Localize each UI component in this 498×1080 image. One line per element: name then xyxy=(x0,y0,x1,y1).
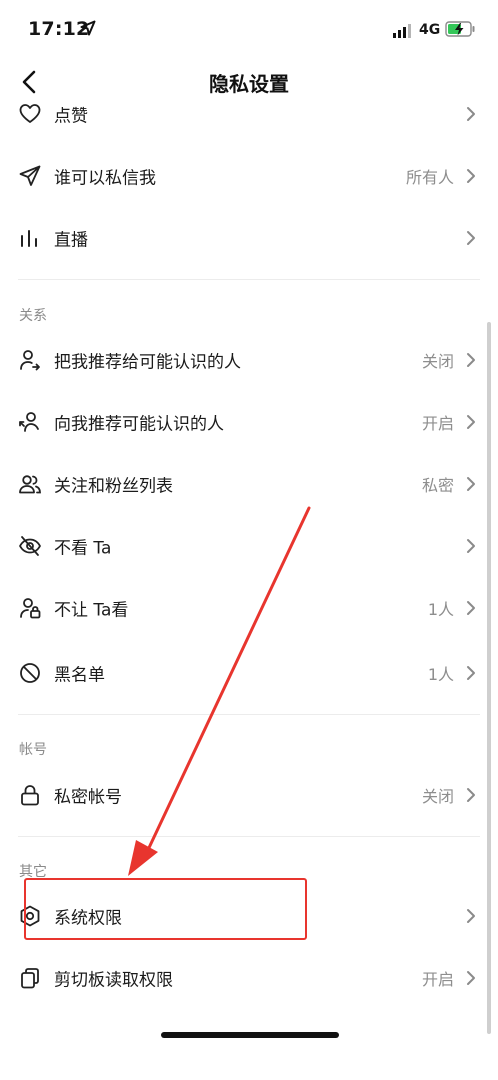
people-icon xyxy=(19,475,41,494)
setting-row-hide-their-posts[interactable]: 不看 Ta xyxy=(0,515,498,577)
setting-row-likes[interactable]: 点赞 xyxy=(0,83,498,145)
setting-row-blacklist[interactable]: 黑名单 1人 xyxy=(0,642,498,704)
setting-value: 关闭 xyxy=(421,352,454,371)
chevron-right-icon xyxy=(467,169,475,183)
home-indicator[interactable] xyxy=(161,1032,339,1038)
chevron-right-icon xyxy=(467,909,475,923)
chevron-right-icon xyxy=(467,666,475,680)
section-header-account: 帐号 xyxy=(19,742,47,758)
chevron-right-icon xyxy=(467,477,475,491)
setting-value: 关闭 xyxy=(421,787,454,806)
setting-row-hide-my-posts[interactable]: 不让 Ta看 1人 xyxy=(0,577,498,639)
setting-label: 点赞 xyxy=(54,106,88,127)
battery-charging-icon xyxy=(445,21,475,37)
setting-value: 所有人 xyxy=(405,168,454,187)
setting-label: 黑名单 xyxy=(54,665,105,686)
setting-row-recommend-to-me[interactable]: 向我推荐可能认识的人 开启 xyxy=(0,391,498,453)
block-icon xyxy=(20,663,40,683)
person-lock-icon xyxy=(20,598,41,619)
chevron-right-icon xyxy=(467,353,475,367)
annotation-highlight-box xyxy=(24,878,307,940)
chevron-right-icon xyxy=(467,231,475,245)
setting-label: 把我推荐给可能认识的人 xyxy=(54,352,241,373)
setting-label: 直播 xyxy=(54,230,88,251)
network-type: 4G xyxy=(419,22,441,38)
chevron-right-icon xyxy=(467,107,475,121)
chevron-right-icon xyxy=(467,971,475,985)
setting-value: 私密 xyxy=(421,476,454,495)
status-bar: 17:12 4G xyxy=(0,0,498,58)
setting-row-who-can-message[interactable]: 谁可以私信我 所有人 xyxy=(0,145,498,207)
chevron-right-icon xyxy=(467,415,475,429)
chevron-right-icon xyxy=(467,539,475,553)
location-arrow-icon xyxy=(80,20,96,36)
setting-label: 不让 Ta看 xyxy=(54,600,129,621)
heart-icon xyxy=(19,104,41,123)
signal-icon xyxy=(393,24,411,38)
setting-value: 1人 xyxy=(427,665,454,684)
section-divider xyxy=(18,714,480,715)
scrollbar[interactable] xyxy=(487,322,491,1034)
eye-off-icon xyxy=(19,536,41,556)
section-header-relations: 关系 xyxy=(19,308,47,324)
setting-row-recommend-me[interactable]: 把我推荐给可能认识的人 关闭 xyxy=(0,329,498,391)
setting-label: 私密帐号 xyxy=(54,787,122,808)
setting-row-private-account[interactable]: 私密帐号 关闭 xyxy=(0,764,498,826)
setting-value: 1人 xyxy=(427,600,454,619)
setting-label: 关注和粉丝列表 xyxy=(54,476,173,497)
clipboard-icon xyxy=(21,968,39,989)
person-recommend-icon xyxy=(19,412,39,432)
lock-icon xyxy=(21,785,39,806)
setting-row-clipboard-permission[interactable]: 剪切板读取权限 开启 xyxy=(0,947,498,1009)
setting-row-live[interactable]: 直播 xyxy=(0,207,498,269)
setting-label: 不看 Ta xyxy=(54,538,112,559)
setting-value: 开启 xyxy=(421,970,454,989)
paper-plane-icon xyxy=(19,165,41,186)
section-divider xyxy=(18,279,480,280)
chevron-right-icon xyxy=(467,788,475,802)
live-bars-icon xyxy=(21,230,37,247)
setting-value: 开启 xyxy=(421,414,454,433)
chevron-right-icon xyxy=(467,601,475,615)
setting-label: 向我推荐可能认识的人 xyxy=(54,414,224,435)
section-divider xyxy=(18,836,480,837)
person-share-icon xyxy=(20,350,40,371)
setting-label: 剪切板读取权限 xyxy=(54,970,173,991)
setting-label: 谁可以私信我 xyxy=(54,168,156,189)
setting-row-following-fans[interactable]: 关注和粉丝列表 私密 xyxy=(0,453,498,515)
